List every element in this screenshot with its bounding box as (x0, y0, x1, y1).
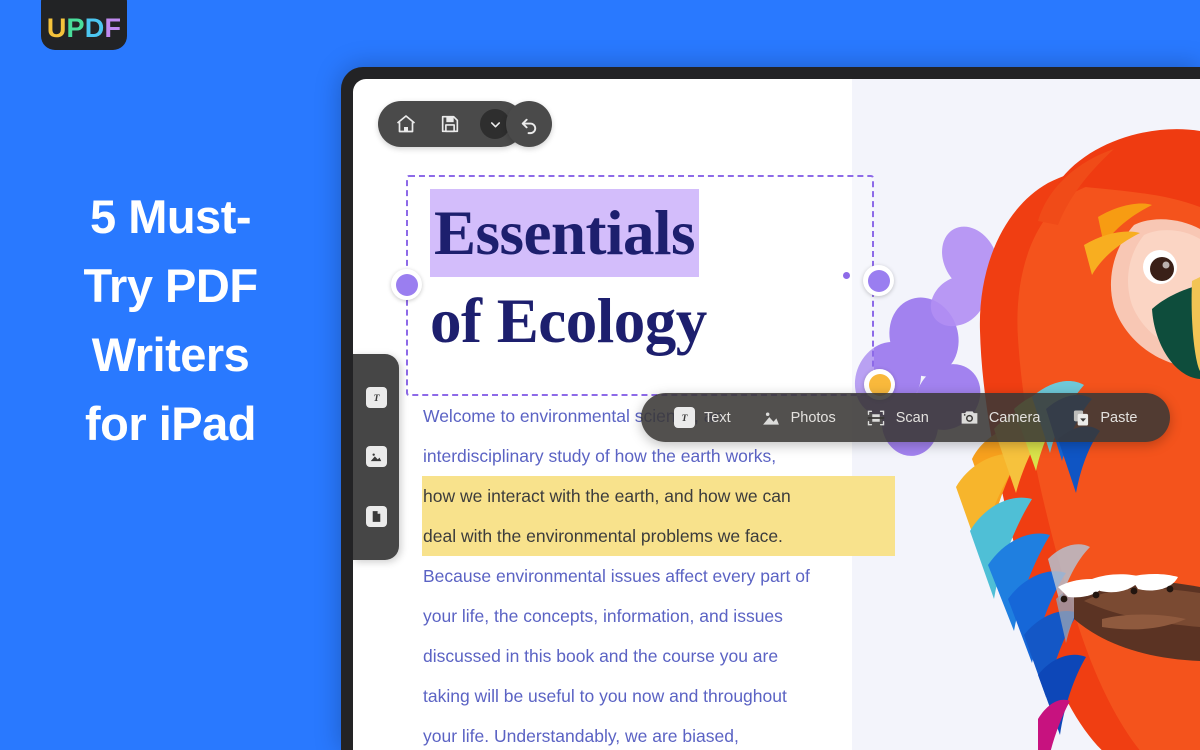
title-line-selected: Essentials (430, 189, 700, 277)
updf-logo[interactable]: U P D F (41, 0, 127, 50)
document-body-text[interactable]: Welcome to environmental science, an int… (423, 396, 893, 750)
menu-label-scan: Scan (895, 409, 929, 426)
logo-letter-p: P (66, 13, 85, 43)
save-icon[interactable] (436, 110, 464, 138)
photos-icon (761, 407, 782, 428)
body-line: discussed in this book and the course yo… (423, 646, 779, 666)
menu-label-paste: Paste (1100, 409, 1138, 426)
body-line: taking will be useful to you now and thr… (423, 686, 787, 706)
menu-item-photos[interactable]: Photos (746, 407, 851, 428)
headline-line-1: 5 Must- (90, 190, 252, 243)
document-title[interactable]: Essentials of Ecology (430, 189, 860, 365)
menu-item-text[interactable]: T Text (659, 407, 746, 428)
ipad-device: Welcome to environmental science, an int… (341, 67, 1200, 750)
resize-handle-right[interactable] (863, 265, 894, 296)
image-tool-icon[interactable] (365, 445, 388, 468)
body-line: your life, the concepts, information, an… (423, 606, 783, 626)
text-icon: T (674, 407, 695, 428)
camera-icon (959, 407, 980, 428)
headline-line-3: Writers (91, 328, 250, 381)
headline-line-4: for iPad (85, 397, 256, 450)
home-icon[interactable] (392, 110, 420, 138)
svg-text:T: T (373, 393, 380, 404)
title-line: of Ecology (430, 286, 707, 356)
promo-headline: 5 Must- Try PDF Writers for iPad (0, 182, 341, 458)
body-line-highlighted: how we interact with the earth, and how … (423, 476, 893, 516)
body-line-highlighted: deal with the environmental problems we … (423, 516, 893, 556)
promo-banner: U P D F 5 Must- Try PDF Writers for iPad (0, 0, 1200, 750)
menu-label-photos: Photos (790, 409, 836, 426)
logo-letter-u: U (46, 13, 67, 43)
body-line: interdisciplinary study of how the earth… (423, 446, 777, 466)
text-tool-icon[interactable]: T (365, 386, 388, 409)
insert-context-menu[interactable]: T Text Photos Scan Camera Paste (641, 393, 1171, 442)
menu-item-scan[interactable]: Scan (851, 407, 944, 428)
logo-letter-d: D (84, 13, 105, 43)
page-tool-icon[interactable] (365, 505, 388, 528)
svg-text:T: T (682, 413, 689, 424)
resize-handle-left[interactable] (391, 269, 422, 300)
menu-item-paste[interactable]: Paste (1055, 407, 1152, 428)
menu-item-camera[interactable]: Camera (944, 407, 1056, 428)
paste-icon (1070, 407, 1091, 428)
headline-line-2: Try PDF (83, 259, 258, 312)
undo-button[interactable] (506, 101, 552, 147)
body-line: your life. Understandably, we are biased… (423, 726, 739, 746)
logo-letter-f: F (104, 13, 122, 43)
menu-label-camera: Camera (988, 409, 1041, 426)
menu-label-text: Text (704, 409, 731, 426)
scan-icon (866, 407, 887, 428)
ipad-screen: Welcome to environmental science, an int… (353, 79, 1200, 750)
body-line: Because environmental issues affect ever… (423, 566, 810, 586)
editing-tool-rail[interactable]: T (353, 354, 399, 560)
document-toolbar[interactable] (378, 101, 524, 147)
